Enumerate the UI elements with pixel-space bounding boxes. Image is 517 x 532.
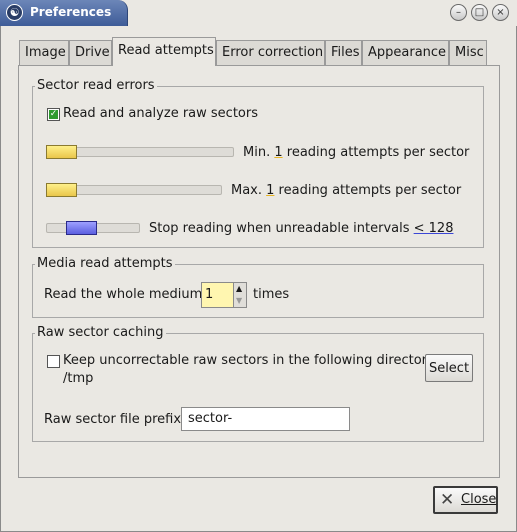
prefix-input[interactable]: sector- [181,407,350,431]
title-tab: ☯ Preferences [0,0,128,26]
tab-error-correction[interactable]: Error correction [216,40,325,65]
window-title: Preferences [30,5,112,19]
sector-read-errors-legend: Sector read errors [35,78,157,93]
max-attempts-slider-thumb[interactable] [46,183,77,197]
read-medium-label: Read the whole medium [44,287,203,302]
min-attempts-label: Min. 1 reading attempts per sector [243,145,470,160]
close-label: Close [461,492,497,507]
minimize-button[interactable]: – [450,4,467,21]
medium-attempts-spin-arrows[interactable]: ▲ ▼ [233,282,247,308]
stop-interval-label: Stop reading when unreadable intervals <… [149,221,454,236]
raw-sectors-label: Read and analyze raw sectors [63,106,258,121]
select-directory-button[interactable]: Select [425,354,473,382]
check-icon: ✓ [49,109,58,119]
max-attempts-label: Max. 1 reading attempts per sector [231,183,462,198]
keep-raw-sectors-checkbox[interactable] [47,355,60,368]
keep-raw-sectors-label: Keep uncorrectable raw sectors in the fo… [63,353,439,368]
tab-misc[interactable]: Misc [449,40,487,65]
spin-down-icon[interactable]: ▼ [236,296,242,306]
times-label: times [253,287,290,302]
directory-path: /tmp [63,371,94,386]
min-attempts-value: 1 [274,145,283,160]
close-x-icon: ✕ [440,490,455,510]
title-bar: ☯ Preferences – □ × [0,0,517,26]
stop-interval-value: < 128 [413,221,454,236]
stop-interval-slider-thumb[interactable] [66,221,97,235]
prefix-label: Raw sector file prefix: [44,412,186,427]
spin-up-icon[interactable]: ▲ [236,284,242,294]
tab-drive[interactable]: Drive [69,40,112,65]
raw-sectors-checkbox[interactable]: ✓ [47,108,60,121]
min-attempts-slider-thumb[interactable] [46,145,77,159]
raw-sector-caching-legend: Raw sector caching [35,325,166,340]
maximize-button[interactable]: □ [471,4,488,21]
app-icon: ☯ [6,4,23,21]
close-button[interactable]: ✕ Close [433,486,498,514]
tab-image[interactable]: Image [19,40,69,65]
medium-attempts-spinbutton[interactable]: 1 [201,282,234,308]
tab-files[interactable]: Files [325,40,362,65]
media-read-attempts-legend: Media read attempts [35,256,175,271]
tab-read-attempts[interactable]: Read attempts [112,37,216,66]
medium-attempts-value: 1 [205,287,214,302]
tab-appearance[interactable]: Appearance [362,40,449,65]
close-window-button[interactable]: × [492,4,509,21]
